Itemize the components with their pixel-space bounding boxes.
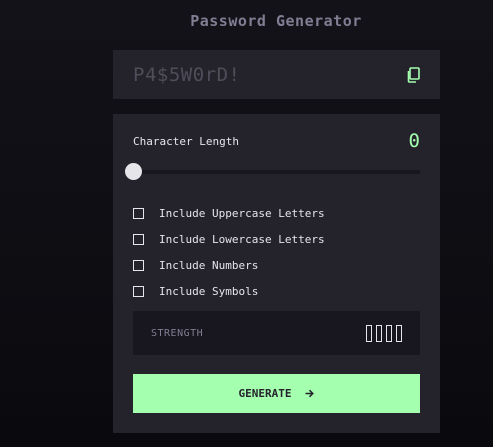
option-lowercase[interactable]: Include Lowercase Letters (133, 226, 325, 252)
option-numbers[interactable]: Include Numbers (133, 252, 325, 278)
generate-button[interactable]: GENERATE (133, 374, 420, 413)
app-title: Password Generator (190, 12, 362, 30)
length-label: Character Length (133, 134, 239, 148)
strength-bars (366, 324, 402, 342)
option-label: Include Lowercase Letters (159, 232, 325, 246)
slider-thumb[interactable] (125, 163, 142, 180)
numbers-checkbox[interactable] (133, 259, 144, 271)
options-list: Include Uppercase Letters Include Lowerc… (133, 200, 325, 304)
length-value: 0 (408, 130, 420, 152)
strength-meter: STRENGTH (133, 311, 420, 355)
option-symbols[interactable]: Include Symbols (133, 278, 325, 304)
strength-label: STRENGTH (151, 327, 204, 339)
option-uppercase[interactable]: Include Uppercase Letters (133, 200, 325, 226)
password-text: P4$5W0rD! (133, 63, 241, 86)
password-output: P4$5W0rD! (113, 50, 440, 99)
strength-bar (396, 324, 402, 342)
length-row: Character Length 0 (133, 130, 420, 152)
generator-panel: Character Length 0 Include Uppercase Let… (113, 114, 440, 433)
lowercase-checkbox[interactable] (133, 233, 144, 245)
generate-label: GENERATE (238, 387, 292, 400)
copy-icon[interactable] (406, 66, 420, 83)
option-label: Include Uppercase Letters (159, 206, 325, 220)
option-label: Include Numbers (159, 258, 259, 272)
length-slider[interactable] (125, 163, 420, 180)
strength-bar (366, 324, 372, 342)
uppercase-checkbox[interactable] (133, 207, 144, 219)
strength-bar (376, 324, 382, 342)
arrow-right-icon (305, 389, 315, 398)
symbols-checkbox[interactable] (133, 285, 144, 297)
strength-bar (386, 324, 392, 342)
option-label: Include Symbols (159, 284, 259, 298)
